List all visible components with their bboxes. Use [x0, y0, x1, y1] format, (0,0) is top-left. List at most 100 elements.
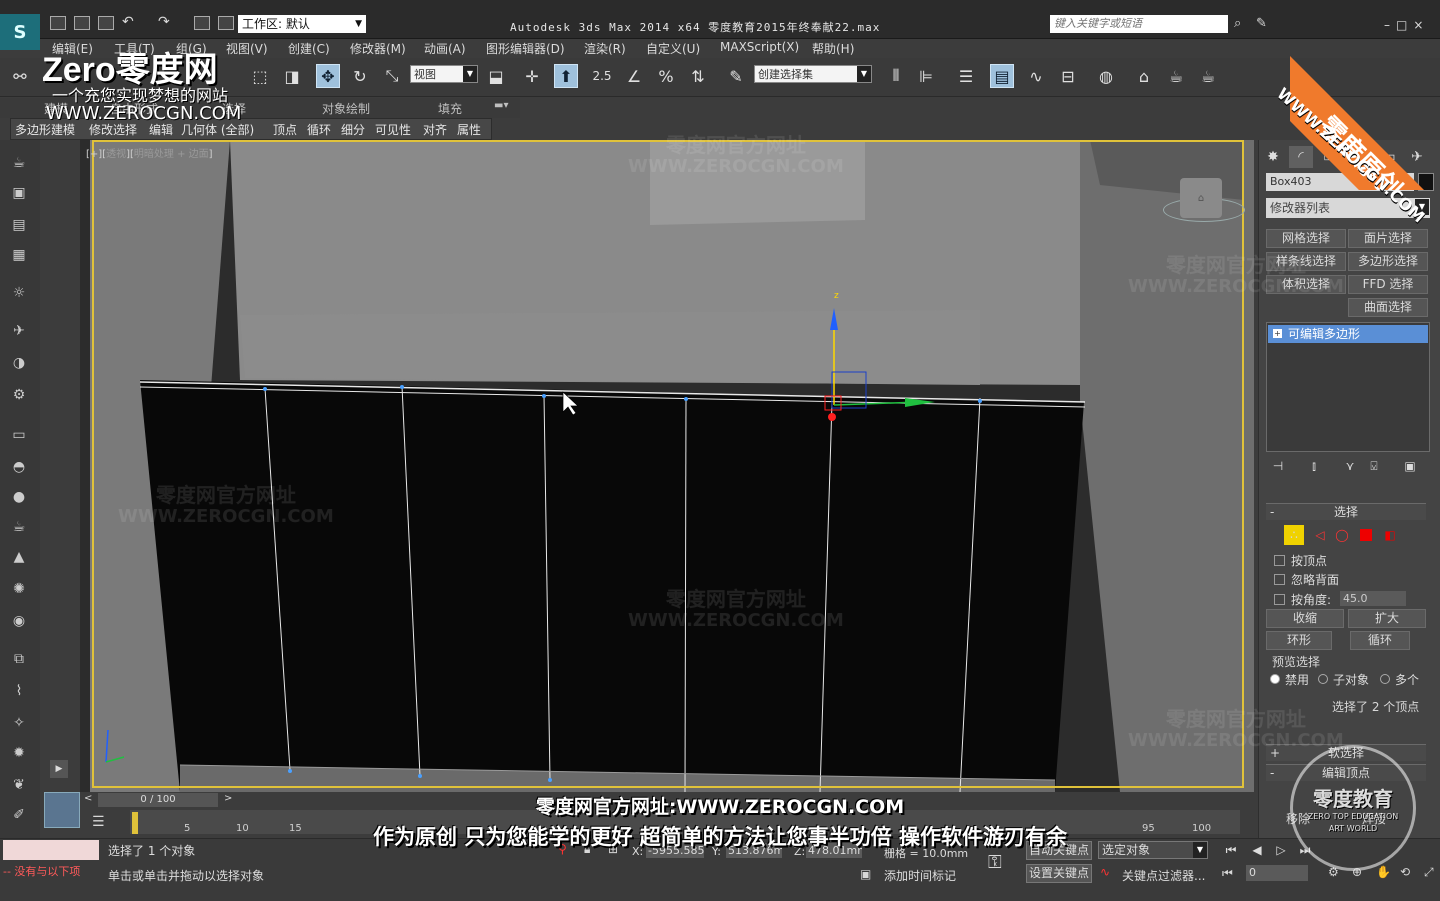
menu-modifiers[interactable]: 修改器(M) [350, 40, 406, 57]
perspective-viewport[interactable]: z [80, 140, 1254, 792]
search-input[interactable] [1050, 15, 1228, 33]
sphere-icon[interactable]: ● [8, 486, 30, 508]
modify-tab-icon[interactable]: ◜ [1289, 146, 1313, 168]
menu-help[interactable]: 帮助(H) [812, 40, 854, 57]
workspace-dropdown[interactable]: 工作区: 默认 ▼ [238, 15, 366, 33]
material-editor-icon[interactable]: ◍ [1094, 64, 1118, 88]
menu-graph-editors[interactable]: 图形编辑器(D) [486, 40, 565, 57]
ring-button[interactable]: 环形 [1266, 631, 1332, 650]
render-production-icon[interactable]: ☕ [1196, 64, 1220, 88]
film-icon[interactable]: ⚙ [8, 384, 30, 406]
maximize-viewport-icon[interactable]: ⤢ [1424, 865, 1434, 880]
teapot-icon[interactable]: ☕ [8, 152, 30, 174]
mesh-select-button[interactable]: 网格选择 [1266, 229, 1346, 248]
current-frame-field[interactable]: 0 [1246, 865, 1308, 881]
panel-align[interactable]: 对齐 [423, 121, 447, 138]
configure-sets-icon[interactable]: ▣ [1402, 458, 1418, 474]
angle-snap-icon[interactable]: ∠ [622, 64, 646, 88]
fetch-icon[interactable] [218, 16, 234, 30]
menu-create[interactable]: 创建(C) [288, 40, 330, 57]
border-level-icon[interactable]: ◯ [1332, 525, 1352, 545]
menu-rendering[interactable]: 渲染(R) [584, 40, 626, 57]
selection-rollout-title[interactable]: - 选择 [1266, 503, 1426, 520]
grid-table-icon[interactable]: ▦ [8, 244, 30, 266]
viewport-label-shading[interactable]: 明暗处理 + 边面 [134, 149, 209, 160]
edge-level-icon[interactable]: ◁ [1310, 525, 1330, 545]
sound-icon[interactable]: ◑ [8, 352, 30, 374]
save-file-icon[interactable] [98, 16, 114, 30]
help-tools-icon[interactable]: ✎ [1256, 16, 1267, 31]
utilities-tab-icon[interactable]: ✈ [1405, 146, 1429, 168]
open-file-icon[interactable] [74, 16, 90, 30]
pin-stack-icon[interactable]: ⊣ [1270, 458, 1286, 474]
curve-editor-icon[interactable]: ∿ [1024, 64, 1048, 88]
key-icon[interactable]: ⚿ [988, 852, 1002, 873]
named-selection-dropdown[interactable]: 创建选择集 ▼ [754, 65, 872, 83]
hose-icon[interactable]: ⌇ [8, 680, 30, 702]
time-tag-icon[interactable]: ▣ [860, 867, 871, 881]
camera-icon[interactable]: ✈ [8, 320, 30, 342]
viewport-label-view[interactable]: 透视 [106, 149, 126, 160]
graphite-ribbon-icon[interactable]: ▤ [990, 64, 1014, 88]
viewport-scene[interactable] [80, 140, 1254, 792]
shrink-button[interactable]: 收缩 [1266, 609, 1344, 628]
menu-views[interactable]: 视图(V) [226, 40, 268, 57]
menu-customize[interactable]: 自定义(U) [646, 40, 700, 57]
preview-off-radio[interactable]: 禁用 [1270, 671, 1309, 688]
percent-snap-icon[interactable]: % [654, 64, 678, 88]
create-tab-icon[interactable]: ✸ [1261, 146, 1285, 168]
schematic-view-icon[interactable]: ⊟ [1056, 64, 1080, 88]
make-unique-icon[interactable]: ⋎ [1342, 458, 1358, 474]
hemisphere-icon[interactable]: ◓ [8, 456, 30, 478]
tab-populate[interactable]: 填充 [438, 100, 462, 117]
new-file-icon[interactable] [50, 16, 66, 30]
grid-plane-icon[interactable]: ⧉ [8, 648, 30, 670]
tab-object-paint[interactable]: 对象绘制 [322, 100, 370, 117]
select-move-icon[interactable]: ✥ [316, 64, 340, 88]
keyboard-shortcut-icon[interactable]: ⬆ [554, 64, 578, 88]
preview-multi-radio[interactable]: 多个 [1380, 671, 1419, 688]
orbit-icon[interactable]: ⟲ [1400, 865, 1410, 879]
mirror-icon[interactable]: ⫴ [884, 64, 908, 88]
vertex-level-icon[interactable]: ∴ [1284, 525, 1304, 545]
maxscript-error-line[interactable]: -- 没有与以下项 [3, 862, 99, 882]
render-setup-icon[interactable]: ⌂ [1132, 64, 1156, 88]
rendered-frame-icon[interactable]: ☕ [1164, 64, 1188, 88]
by-vertex-checkbox[interactable]: 按顶点 [1274, 552, 1327, 569]
app-logo-icon[interactable]: S [0, 14, 40, 50]
select-manipulate-icon[interactable]: ✛ [520, 64, 544, 88]
window-controls[interactable]: –□× [1384, 18, 1429, 32]
stack-item-editable-poly[interactable]: + 可编辑多边形 [1268, 325, 1428, 343]
angle-spinner[interactable]: 45.0 [1340, 591, 1406, 606]
show-end-result-icon[interactable]: ⫾ [1306, 458, 1322, 474]
key-mode-toggle-icon[interactable]: ⏮ [1222, 866, 1233, 881]
panel-subdivision[interactable]: 细分 [341, 121, 365, 138]
object-color-swatch[interactable] [1418, 173, 1434, 191]
torus-icon[interactable]: ◉ [8, 610, 30, 632]
snap-toggle-icon[interactable]: 2.5 [590, 64, 614, 88]
link-icon[interactable]: ⚯ [8, 64, 32, 88]
undo-icon[interactable]: ↶ [122, 14, 134, 30]
layer-manager-icon[interactable]: ☰ [954, 64, 978, 88]
edit-named-selection-icon[interactable]: ✎ [724, 64, 748, 88]
grow-button[interactable]: 扩大 [1348, 609, 1426, 628]
expand-strip-icon[interactable]: ▶ [50, 760, 68, 778]
window-crossing-icon[interactable]: ◨ [280, 64, 304, 88]
select-rotate-icon[interactable]: ↻ [348, 64, 372, 88]
patch-select-button[interactable]: 面片选择 [1348, 229, 1428, 248]
document-icon[interactable]: ▤ [8, 214, 30, 236]
image-icon[interactable]: ▣ [8, 182, 30, 204]
surface-select-button[interactable]: 曲面选择 [1348, 298, 1428, 317]
ffd-select-button[interactable]: FFD 选择 [1348, 275, 1428, 294]
pan-icon[interactable]: ✋ [1376, 865, 1391, 879]
plane-icon[interactable]: ▭ [8, 424, 30, 446]
pivot-center-icon[interactable]: ⬓ [484, 64, 508, 88]
key-filters-icon[interactable]: ∿ [1100, 865, 1110, 879]
viewport-label[interactable]: [+][透视][明暗处理 + 边面] [86, 145, 213, 160]
sun-icon[interactable]: ✺ [8, 578, 30, 600]
add-time-tag[interactable]: 添加时间标记 [884, 867, 956, 884]
align-icon[interactable]: ⊫ [914, 64, 938, 88]
cone-icon[interactable]: ▲ [8, 546, 30, 568]
ignore-backfacing-checkbox[interactable]: 忽略背面 [1274, 571, 1339, 588]
panel-loops[interactable]: 循环 [307, 121, 331, 138]
